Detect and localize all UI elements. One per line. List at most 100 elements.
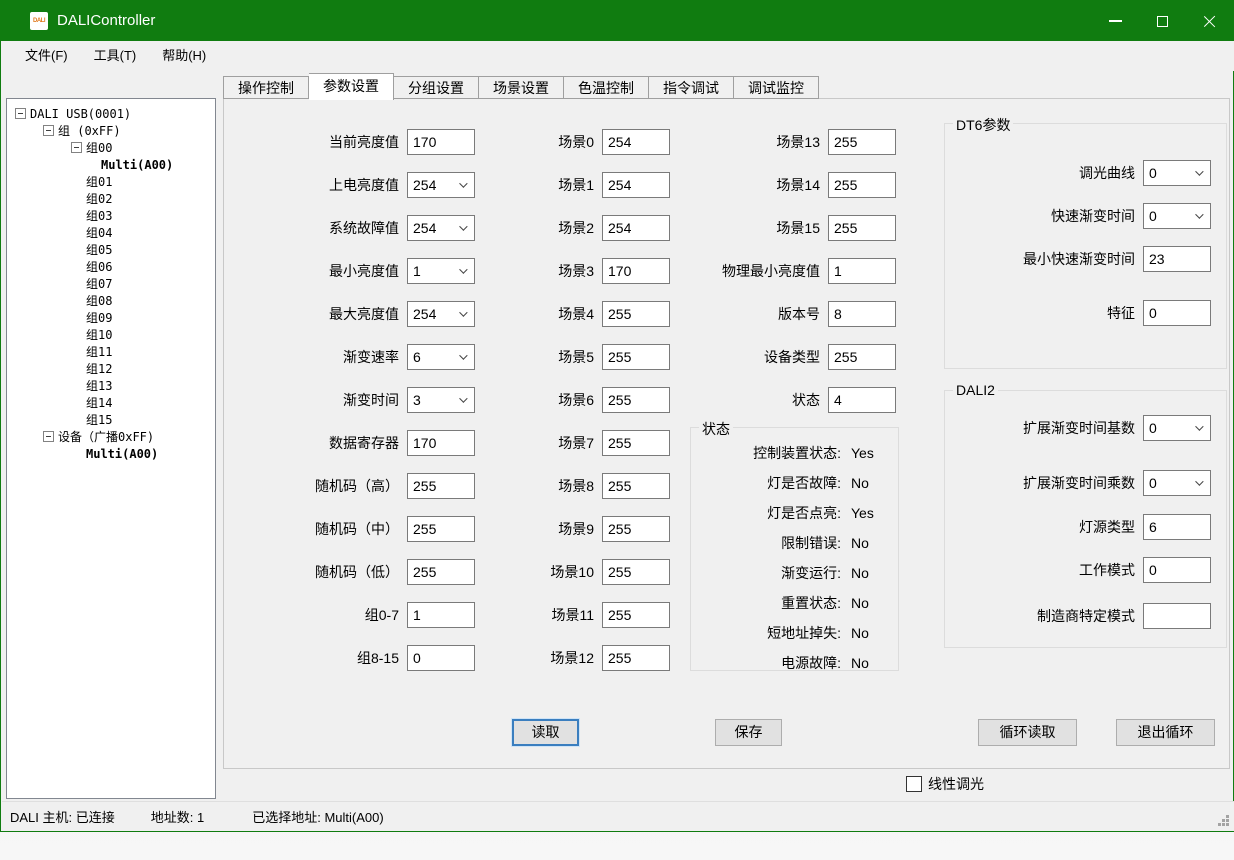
tree-node-group13[interactable]: 组13 bbox=[7, 377, 215, 394]
tree-node-group04[interactable]: 组04 bbox=[7, 224, 215, 241]
tree-node-group01[interactable]: 组01 bbox=[7, 173, 215, 190]
scene-13-input[interactable] bbox=[828, 129, 896, 155]
system-failure-level-combo[interactable]: 254 bbox=[407, 215, 475, 241]
chevron-down-icon bbox=[1195, 210, 1203, 218]
menu-file[interactable]: 文件(F) bbox=[12, 43, 81, 69]
maximize-button[interactable] bbox=[1139, 1, 1186, 41]
collapse-minus-icon[interactable] bbox=[15, 108, 26, 119]
checkbox-unchecked-icon[interactable] bbox=[906, 776, 922, 792]
tree-node-group12[interactable]: 组12 bbox=[7, 360, 215, 377]
light-source-type-input[interactable] bbox=[1143, 514, 1211, 540]
collapse-minus-icon[interactable] bbox=[71, 142, 82, 153]
tree-node-group07[interactable]: 组07 bbox=[7, 275, 215, 292]
power-on-level-combo[interactable]: 254 bbox=[407, 172, 475, 198]
scene-15-input[interactable] bbox=[828, 215, 896, 241]
fade-rate-combo[interactable]: 6 bbox=[407, 344, 475, 370]
random-code-high-input[interactable] bbox=[407, 473, 475, 499]
minimize-button[interactable] bbox=[1092, 1, 1139, 41]
tree-node-group05[interactable]: 组05 bbox=[7, 241, 215, 258]
tab-debug-monitor[interactable]: 调试监控 bbox=[734, 76, 819, 99]
group-8-15-input[interactable] bbox=[407, 645, 475, 671]
close-button[interactable] bbox=[1186, 1, 1233, 41]
field-label: 场景6 bbox=[474, 387, 594, 413]
status-value: No bbox=[851, 595, 869, 611]
scene-14-input[interactable] bbox=[828, 172, 896, 198]
random-code-mid-input[interactable] bbox=[407, 516, 475, 542]
linear-dimming-checkbox[interactable]: 线性调光 bbox=[906, 774, 984, 794]
tab-scene-settings[interactable]: 场景设置 bbox=[479, 76, 564, 99]
loop-read-button[interactable]: 循环读取 bbox=[978, 719, 1077, 746]
tree-node-group09[interactable]: 组09 bbox=[7, 309, 215, 326]
tab-strip: 操作控制 参数设置 分组设置 场景设置 色温控制 指令调试 调试监控 bbox=[223, 73, 819, 99]
save-button[interactable]: 保存 bbox=[715, 719, 782, 746]
tree-node-label: 组10 bbox=[86, 326, 112, 343]
tree-node-label: 组04 bbox=[86, 224, 112, 241]
tree-node-group02[interactable]: 组02 bbox=[7, 190, 215, 207]
exit-loop-button[interactable]: 退出循环 bbox=[1116, 719, 1215, 746]
tree-node-label: 组08 bbox=[86, 292, 112, 309]
physical-min-level-input[interactable] bbox=[828, 258, 896, 284]
ext-fade-time-base-combo[interactable]: 0 bbox=[1143, 415, 1211, 441]
tree-node-group06[interactable]: 组06 bbox=[7, 258, 215, 275]
status-groupbox: 状态 控制装置状态:Yes 灯是否故障:No 灯是否点亮:Yes 限制错误:No… bbox=[690, 427, 899, 671]
tab-operation-control[interactable]: 操作控制 bbox=[223, 76, 309, 99]
manufacturer-mode-input[interactable] bbox=[1143, 603, 1211, 629]
tree-node-device-broadcast[interactable]: 设备（广播0xFF) bbox=[7, 428, 215, 445]
scene-12-input[interactable] bbox=[602, 645, 670, 671]
fade-time-combo[interactable]: 3 bbox=[407, 387, 475, 413]
operating-mode-input[interactable] bbox=[1143, 557, 1211, 583]
tree-node-group15[interactable]: 组15 bbox=[7, 411, 215, 428]
field-label: 渐变速率 bbox=[224, 344, 399, 370]
version-input[interactable] bbox=[828, 301, 896, 327]
combo-value: 254 bbox=[413, 220, 436, 236]
tree-node-label: 组00 bbox=[86, 139, 112, 156]
data-register-input[interactable] bbox=[407, 430, 475, 456]
scene-7-input[interactable] bbox=[602, 430, 670, 456]
menu-tools[interactable]: 工具(T) bbox=[81, 43, 150, 69]
field-label: 状态 bbox=[644, 387, 820, 413]
tree-node-group10[interactable]: 组10 bbox=[7, 326, 215, 343]
tree-node-multi-a00[interactable]: Multi(A00) bbox=[7, 156, 215, 173]
scene-11-input[interactable] bbox=[602, 602, 670, 628]
dimming-curve-combo[interactable]: 0 bbox=[1143, 160, 1211, 186]
ext-fade-time-multiplier-combo[interactable]: 0 bbox=[1143, 470, 1211, 496]
field-label: 制造商特定模式 bbox=[951, 603, 1135, 629]
tree-node-label: 组15 bbox=[86, 411, 112, 428]
tab-parameter-settings[interactable]: 参数设置 bbox=[309, 73, 394, 100]
scene-10-input[interactable] bbox=[602, 559, 670, 585]
resize-grip-icon[interactable] bbox=[1218, 815, 1230, 827]
tree-node-group03[interactable]: 组03 bbox=[7, 207, 215, 224]
tab-grouping-settings[interactable]: 分组设置 bbox=[394, 76, 479, 99]
device-type-input[interactable] bbox=[828, 344, 896, 370]
random-code-low-input[interactable] bbox=[407, 559, 475, 585]
tree-node-group14[interactable]: 组14 bbox=[7, 394, 215, 411]
collapse-minus-icon[interactable] bbox=[43, 125, 54, 136]
menu-help[interactable]: 帮助(H) bbox=[149, 43, 219, 69]
field-label: 上电亮度值 bbox=[224, 172, 399, 198]
collapse-minus-icon[interactable] bbox=[43, 431, 54, 442]
scene-8-input[interactable] bbox=[602, 473, 670, 499]
max-level-combo[interactable]: 254 bbox=[407, 301, 475, 327]
status-input[interactable] bbox=[828, 387, 896, 413]
min-level-combo[interactable]: 1 bbox=[407, 258, 475, 284]
field-label: 最小亮度值 bbox=[224, 258, 399, 284]
fast-fade-time-combo[interactable]: 0 bbox=[1143, 203, 1211, 229]
chevron-down-icon bbox=[459, 265, 467, 273]
read-button[interactable]: 读取 bbox=[512, 719, 579, 746]
scene-9-input[interactable] bbox=[602, 516, 670, 542]
tree-node-dali-usb[interactable]: DALI USB(0001) bbox=[7, 105, 215, 122]
tree-node-group-broadcast[interactable]: 组 (0xFF) bbox=[7, 122, 215, 139]
status-label: 重置状态: bbox=[691, 593, 841, 613]
features-input[interactable] bbox=[1143, 300, 1211, 326]
min-fast-fade-time-input[interactable] bbox=[1143, 246, 1211, 272]
combo-value: 0 bbox=[1149, 165, 1157, 181]
current-level-input[interactable] bbox=[407, 129, 475, 155]
combo-value: 0 bbox=[1149, 208, 1157, 224]
tab-color-temp-control[interactable]: 色温控制 bbox=[564, 76, 649, 99]
tree-node-group08[interactable]: 组08 bbox=[7, 292, 215, 309]
tree-node-group00[interactable]: 组00 bbox=[7, 139, 215, 156]
tab-command-debug[interactable]: 指令调试 bbox=[649, 76, 734, 99]
group-0-7-input[interactable] bbox=[407, 602, 475, 628]
tree-node-multi-a00-2[interactable]: Multi(A00) bbox=[7, 445, 215, 462]
tree-node-group11[interactable]: 组11 bbox=[7, 343, 215, 360]
